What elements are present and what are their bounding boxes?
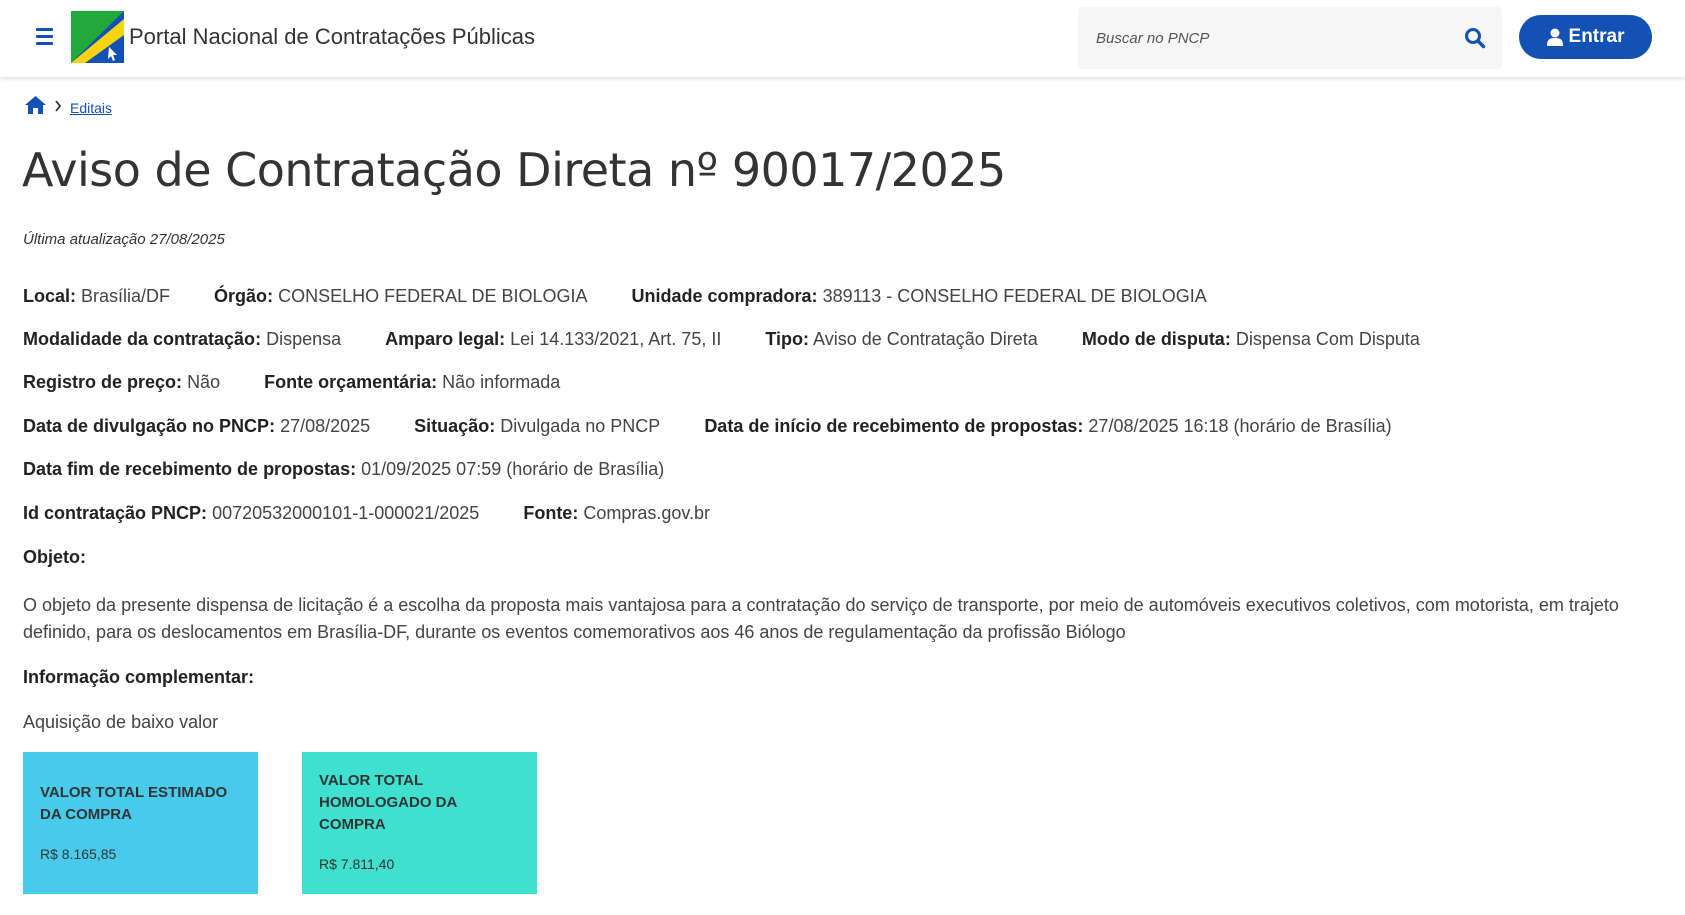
field-situacao: Situação: Divulgada no PNCP xyxy=(414,416,661,436)
field-amparo-legal: Amparo legal: Lei 14.133/2021, Art. 75, … xyxy=(385,329,722,349)
field-data-fim-propostas: Data fim de recebimento de propostas: 01… xyxy=(23,459,665,479)
site-title[interactable]: Portal Nacional de Contratações Públicas xyxy=(129,24,535,50)
field-data-divulgacao: Data de divulgação no PNCP: 27/08/2025 xyxy=(23,416,371,436)
field-modo-disputa: Modo de disputa: Dispensa Com Disputa xyxy=(1081,329,1420,349)
field-unidade-compradora: Unidade compradora: 389113 - CONSELHO FE… xyxy=(631,286,1207,306)
login-label: Entrar xyxy=(1568,26,1625,47)
details-row-4: Data de divulgação no PNCP: 27/08/2025 S… xyxy=(23,416,1436,437)
info-complementar-text: Aquisição de baixo valor xyxy=(23,712,219,732)
chevron-right-icon xyxy=(54,99,62,117)
details-row-2: Modalidade da contratação: Dispensa Ampa… xyxy=(23,329,1464,350)
search-input[interactable] xyxy=(1078,7,1448,69)
menu-icon[interactable] xyxy=(36,25,56,47)
field-fonte: Fonte: Compras.gov.br xyxy=(523,503,711,523)
field-modalidade: Modalidade da contratação: Dispensa xyxy=(23,329,342,349)
card-estimado-value: R$ 8.165,85 xyxy=(40,846,117,862)
search-bar xyxy=(1078,7,1502,69)
breadcrumb: Editais xyxy=(25,96,112,119)
field-registro-preco: Registro de preço: Não xyxy=(23,372,221,392)
details-row-6: Id contratação PNCP: 00720532000101-1-00… xyxy=(23,503,754,524)
card-homologado-value: R$ 7.811,40 xyxy=(319,856,395,872)
card-valor-homologado: VALOR TOTAL HOMOLOGADO DA COMPRA R$ 7.81… xyxy=(302,752,537,894)
objeto-text: O objeto da presente dispensa de licitaç… xyxy=(23,595,1619,642)
login-button[interactable]: Entrar xyxy=(1519,15,1652,59)
field-local: Local: Brasília/DF xyxy=(23,286,171,306)
field-data-inicio-propostas: Data de início de recebimento de propost… xyxy=(704,416,1392,436)
pncp-logo[interactable] xyxy=(71,11,124,63)
search-icon[interactable] xyxy=(1464,27,1486,49)
field-id-contratacao: Id contratação PNCP: 00720532000101-1-00… xyxy=(23,503,480,523)
objeto-label: Objeto: xyxy=(23,547,86,567)
details-row-3: Registro de preço: Não Fonte orçamentári… xyxy=(23,372,604,393)
top-header: Portal Nacional de Contratações Públicas… xyxy=(0,0,1685,77)
home-icon[interactable] xyxy=(25,96,46,119)
breadcrumb-editais-link[interactable]: Editais xyxy=(70,100,112,116)
card-estimado-title: VALOR TOTAL ESTIMADO DA COMPRA xyxy=(40,784,228,823)
field-fonte-orcamentaria: Fonte orçamentária: Não informada xyxy=(264,372,561,392)
field-tipo: Tipo: Aviso de Contratação Direta xyxy=(765,329,1038,349)
card-valor-estimado: VALOR TOTAL ESTIMADO DA COMPRA R$ 8.165,… xyxy=(23,752,258,894)
details-row-1: Local: Brasília/DF Órgão: CONSELHO FEDER… xyxy=(23,286,1251,307)
card-homologado-title: VALOR TOTAL HOMOLOGADO DA COMPRA xyxy=(319,772,457,833)
user-icon xyxy=(1546,28,1563,46)
last-update: Última atualização 27/08/2025 xyxy=(23,231,225,248)
field-orgao: Órgão: CONSELHO FEDERAL DE BIOLOGIA xyxy=(214,286,588,306)
page-title: Aviso de Contratação Direta nº 90017/202… xyxy=(22,143,1006,197)
logo-graphic xyxy=(71,11,124,63)
details-row-5: Data fim de recebimento de propostas: 01… xyxy=(23,459,708,480)
info-complementar-label: Informação complementar: xyxy=(23,667,255,687)
